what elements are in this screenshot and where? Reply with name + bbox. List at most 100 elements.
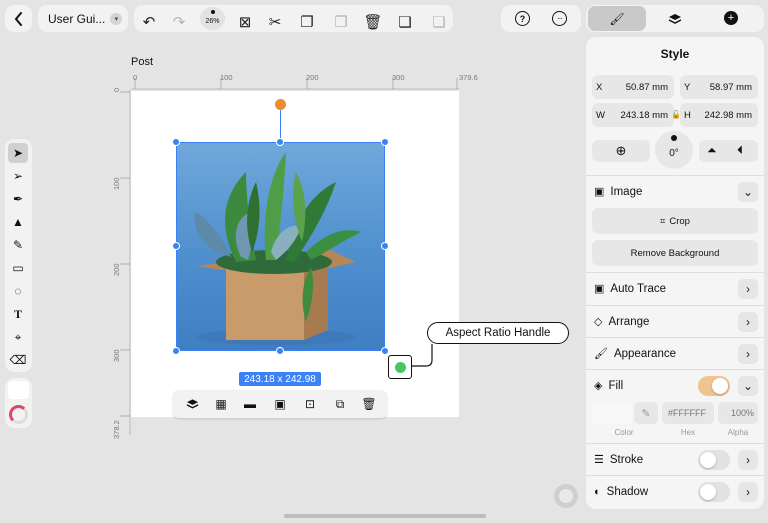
brush-icon: 🖌: [609, 11, 625, 26]
shadow-toggle[interactable]: [698, 482, 730, 502]
w-label: W: [596, 109, 605, 121]
back-button[interactable]: [5, 5, 32, 32]
flip-icon[interactable]: ⧉: [331, 395, 349, 413]
ruler-v-label: 300: [112, 349, 121, 362]
crop-button[interactable]: ⌗ Crop: [592, 208, 758, 234]
resize-handle-bottom-left[interactable]: [172, 347, 180, 355]
eraser-tool-icon[interactable]: ⌫: [8, 350, 28, 370]
auto-trace-label: Auto Trace: [610, 282, 667, 295]
ruler-h-label: 300: [392, 73, 405, 82]
resize-handle-top[interactable]: [276, 138, 284, 146]
chevron-down-icon[interactable]: ⌄: [738, 376, 758, 396]
text-tool-icon[interactable]: T: [8, 304, 28, 324]
vector-brush-icon[interactable]: ▲: [8, 212, 28, 232]
image-section-header[interactable]: ▣ Image ⌄: [586, 175, 764, 207]
chevron-right-icon[interactable]: ›: [738, 344, 758, 364]
chevron-right-icon[interactable]: ›: [738, 482, 758, 502]
edit-toolbar: ↶ ↷ 26% ⊠ ✂ ❐ ❐ 🗑 ❏ ❏: [134, 5, 453, 32]
vertical-ruler: 0 100 200 300 378.2: [112, 88, 131, 440]
flip-vertical-icon[interactable]: ⏶: [707, 143, 717, 158]
rotation-dial[interactable]: 0°: [655, 131, 693, 169]
h-label: H: [684, 109, 691, 121]
home-indicator: [284, 514, 486, 518]
h-field[interactable]: H 242.98 mm: [680, 103, 758, 127]
layers-icon[interactable]: [183, 395, 201, 413]
rotation-handle[interactable]: [275, 99, 286, 110]
duplicate-icon[interactable]: ❏: [392, 9, 418, 35]
stroke-toggle[interactable]: [698, 450, 730, 470]
chevron-right-icon[interactable]: ›: [738, 450, 758, 470]
transparency-icon[interactable]: ▦: [212, 395, 230, 413]
align-icon[interactable]: ▬: [241, 395, 259, 413]
chevron-right-icon[interactable]: ›: [738, 312, 758, 332]
image-icon: ▣: [594, 186, 605, 198]
anchor-point-button[interactable]: ⊕: [592, 140, 650, 162]
rectangle-tool-icon[interactable]: ▭: [8, 258, 28, 278]
x-field[interactable]: X 50.87 mm: [592, 75, 674, 99]
fill-color-swatch[interactable]: [8, 381, 29, 399]
stroke-color-swatch[interactable]: [9, 405, 28, 424]
floating-action-button[interactable]: [554, 484, 578, 508]
select-tool-icon[interactable]: ➤: [8, 143, 28, 163]
appearance-row[interactable]: 🖌 Appearance ›: [586, 337, 764, 369]
help-icon[interactable]: ?: [515, 11, 530, 26]
callout-connector: [412, 344, 433, 367]
node-tool-icon[interactable]: ⌖: [8, 327, 28, 347]
flip-buttons: ⏶ ⏴: [699, 140, 758, 162]
color-swatch[interactable]: [592, 402, 632, 424]
paste-icon[interactable]: ❐: [328, 9, 354, 35]
resize-handle-left[interactable]: [172, 242, 180, 250]
pen-tool-icon[interactable]: ✒: [8, 189, 28, 209]
more-icon[interactable]: ···: [552, 11, 567, 26]
resize-handle-top-left[interactable]: [172, 138, 180, 146]
y-field[interactable]: Y 58.97 mm: [680, 75, 758, 99]
stroke-row[interactable]: ☰ Stroke ›: [586, 443, 764, 475]
document-menu[interactable]: User Gui... ▾: [38, 5, 128, 32]
image-icon[interactable]: ▣: [271, 395, 289, 413]
trash-icon[interactable]: 🗑: [360, 9, 386, 35]
ruler-h-label: 0: [133, 73, 138, 82]
zoom-level[interactable]: 26%: [200, 7, 225, 30]
aspect-ratio-handle[interactable]: [388, 355, 412, 379]
direct-select-tool-icon[interactable]: ➢: [8, 166, 28, 186]
lasso-tool-icon[interactable]: ◌: [8, 281, 28, 301]
chevron-down-icon: ▾: [110, 12, 123, 25]
ruler-v-label: 200: [112, 263, 121, 276]
tab-layers[interactable]: [660, 6, 690, 31]
fill-toggle[interactable]: [698, 376, 730, 396]
resize-handle-bottom[interactable]: [276, 347, 284, 355]
rotation-value: 0°: [669, 147, 679, 159]
flip-horizontal-icon[interactable]: ⏴: [737, 143, 743, 158]
layers-icon: [668, 13, 682, 24]
crop-frame-icon[interactable]: ⊡: [301, 395, 319, 413]
resize-handle-bottom-right[interactable]: [381, 347, 389, 355]
tab-style[interactable]: 🖌: [588, 6, 646, 31]
deselect-icon[interactable]: ⊠: [232, 9, 258, 35]
resize-handle-top-right[interactable]: [381, 138, 389, 146]
trash-icon[interactable]: 🗑: [360, 395, 378, 413]
copy-icon[interactable]: ❐: [294, 9, 320, 35]
fill-row[interactable]: ◈ Fill ⌄: [586, 369, 764, 401]
chevron-down-icon[interactable]: ⌄: [738, 182, 758, 202]
auto-trace-row[interactable]: ▣ Auto Trace ›: [586, 272, 764, 304]
hex-input[interactable]: [662, 402, 714, 424]
document-title: User Gui...: [48, 11, 106, 26]
scissors-icon[interactable]: ✂: [262, 9, 288, 35]
ruler-h-label: 200: [306, 73, 319, 82]
image-section-label: Image: [610, 185, 643, 198]
chevron-right-icon[interactable]: ›: [738, 279, 758, 299]
resize-handle-right[interactable]: [381, 242, 389, 250]
shadow-row[interactable]: ◐ Shadow ›: [586, 475, 764, 507]
redo-icon[interactable]: ↷: [166, 9, 192, 35]
paste-style-icon[interactable]: ❏: [426, 9, 452, 35]
auto-trace-icon: ▣: [594, 283, 605, 295]
pencil-tool-icon[interactable]: ✎: [8, 235, 28, 255]
tab-add[interactable]: +: [724, 11, 738, 25]
alpha-input[interactable]: [718, 402, 758, 424]
eyedropper-button[interactable]: ✎: [634, 402, 658, 424]
h-value: 242.98 mm: [704, 109, 752, 121]
arrange-row[interactable]: ◇ Arrange ›: [586, 305, 764, 337]
w-field[interactable]: W 243.18 mm: [592, 103, 674, 127]
undo-icon[interactable]: ↶: [136, 9, 162, 35]
remove-background-button[interactable]: Remove Background: [592, 240, 758, 266]
